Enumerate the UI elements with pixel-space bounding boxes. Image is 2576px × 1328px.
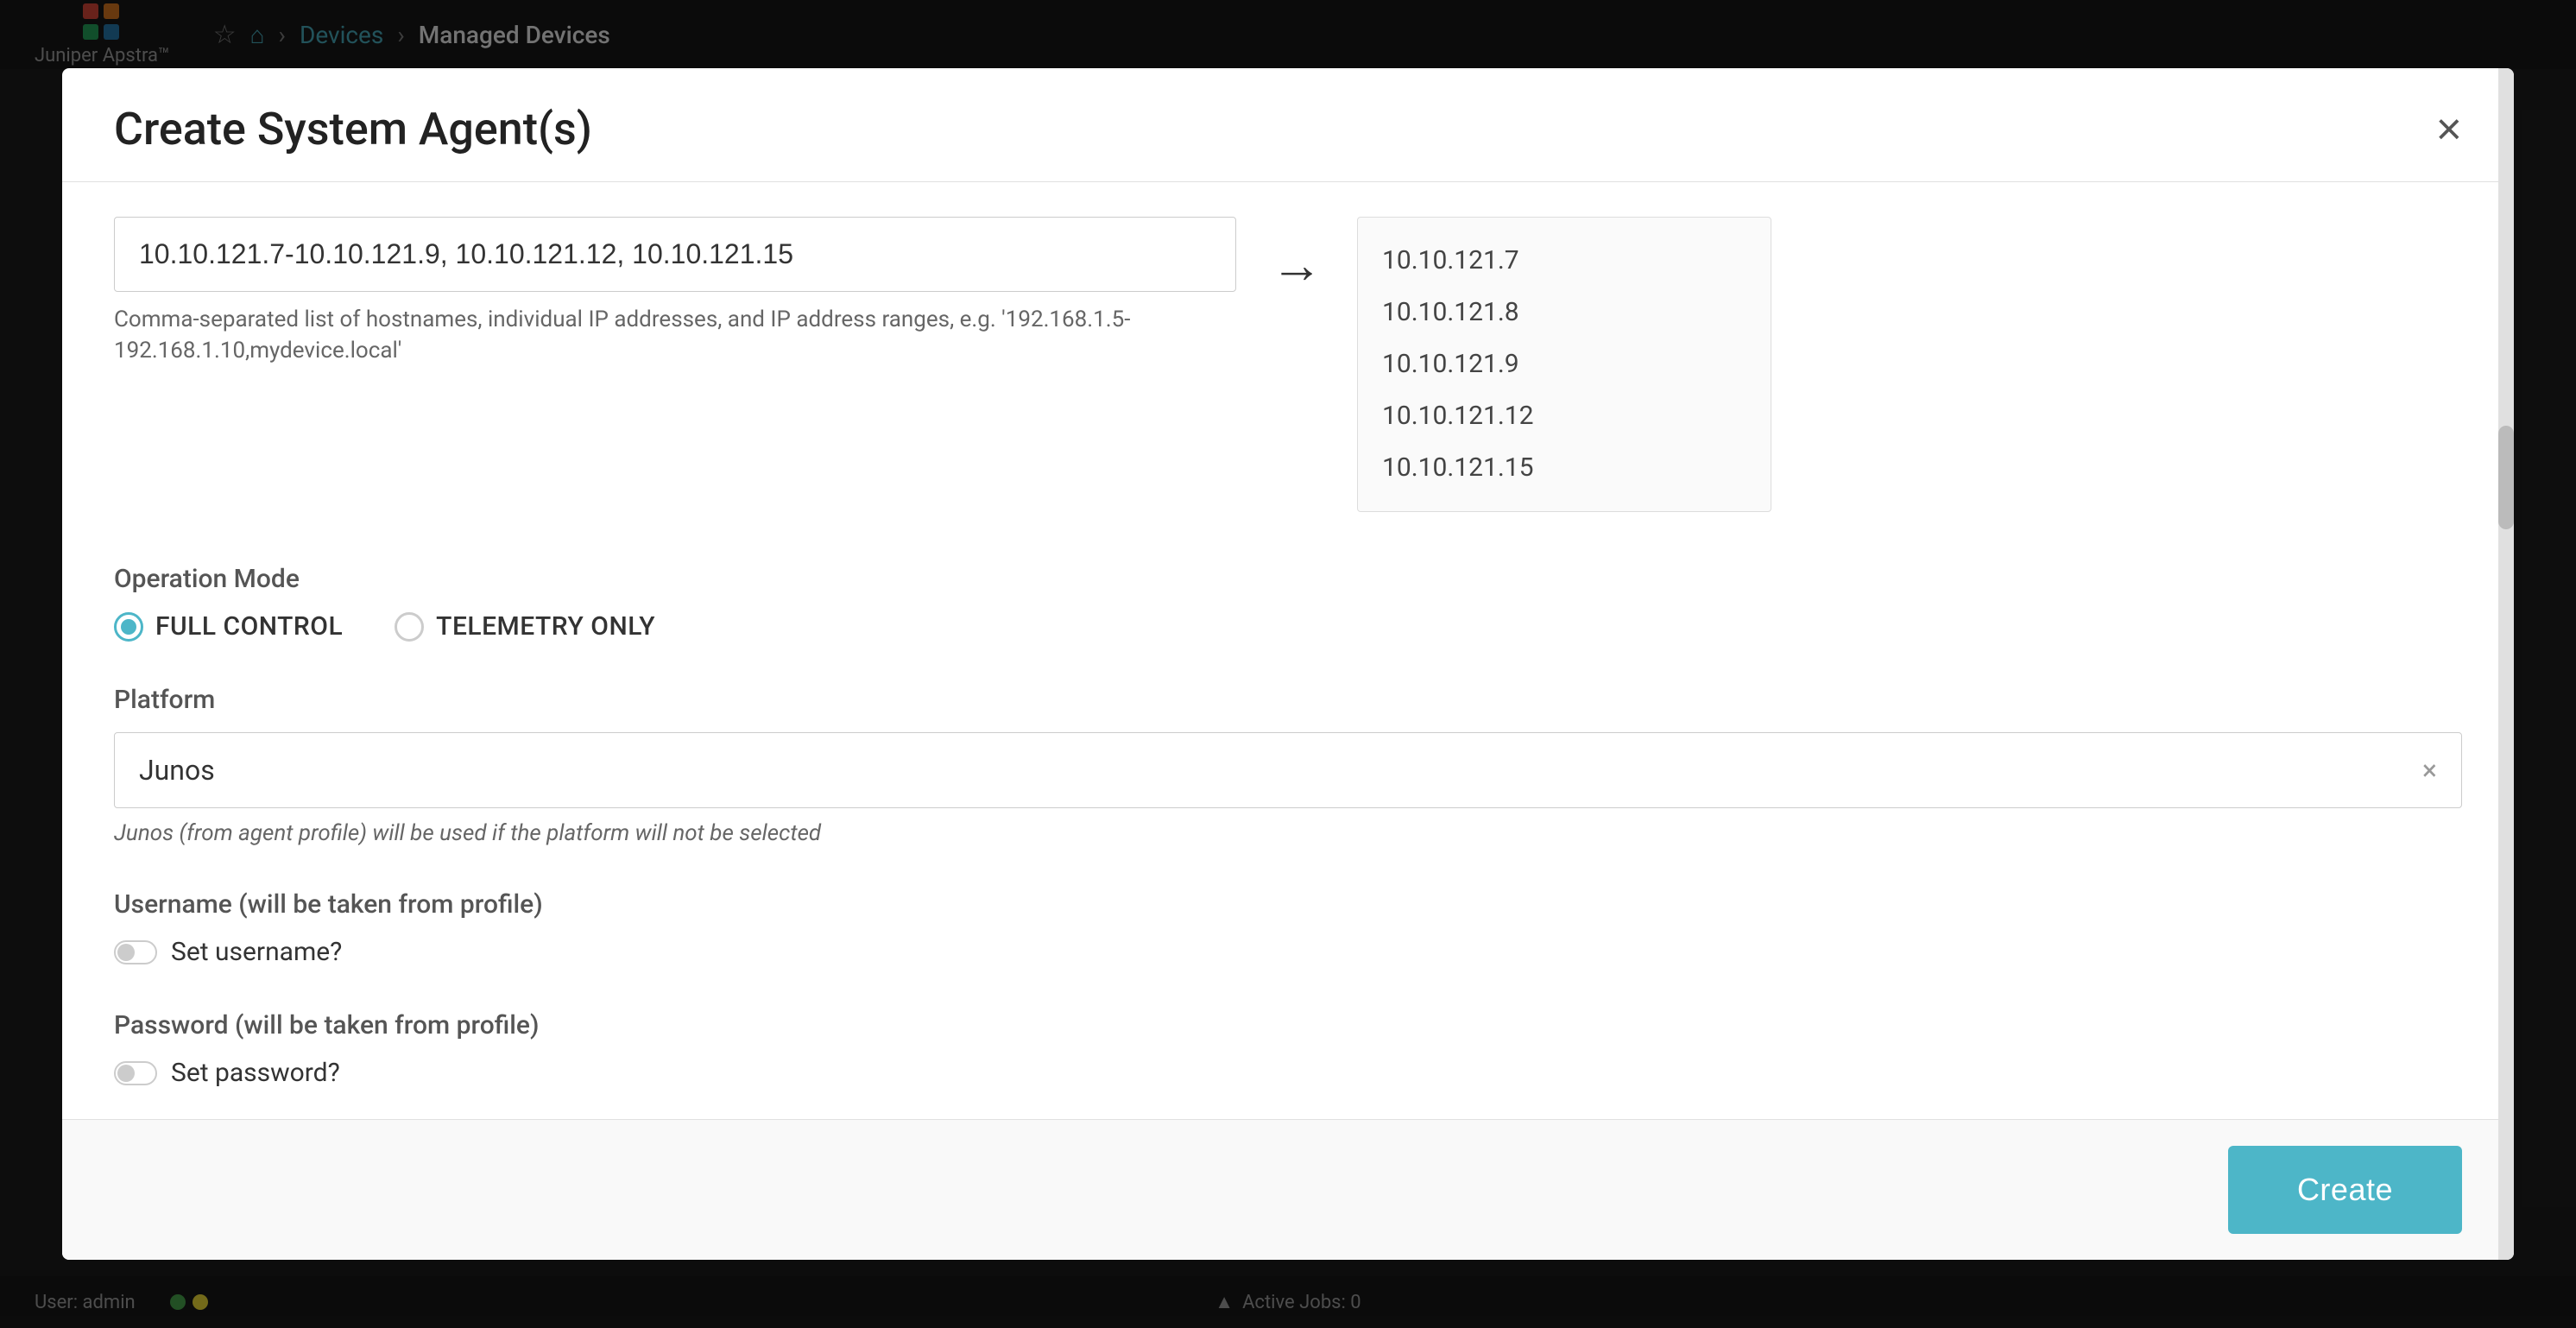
arrow-right-icon: → [1271, 234, 1323, 295]
radio-full-control-circle[interactable] [114, 612, 143, 642]
username-section: Username (will be taken from profile) Se… [114, 889, 2462, 967]
password-section: Password (will be taken from profile) Se… [114, 1010, 2462, 1088]
username-label: Username (will be taken from profile) [114, 889, 2462, 920]
ip-input-block: Comma-separated list of hostnames, indiv… [114, 217, 1236, 367]
operation-mode-radio-group: FULL CONTROL TELEMETRY ONLY [114, 611, 2462, 642]
radio-telemetry-only-label: TELEMETRY ONLY [436, 611, 655, 642]
username-toggle-label: Set username? [171, 937, 342, 967]
password-toggle-row: Set password? [114, 1058, 2462, 1088]
platform-label: Platform [114, 685, 2462, 715]
operation-mode-label: Operation Mode [114, 564, 2462, 594]
modal-body: Comma-separated list of hostnames, indiv… [62, 182, 2514, 1119]
radio-full-control[interactable]: FULL CONTROL [114, 611, 343, 642]
platform-hint: Junos (from agent profile) will be used … [114, 820, 2462, 846]
modal-scrollbar[interactable] [2498, 68, 2514, 1260]
ip-hint-text: Comma-separated list of hostnames, indiv… [114, 304, 1236, 367]
modal-close-button[interactable]: × [2436, 107, 2462, 152]
platform-value: Junos [139, 754, 215, 787]
radio-full-control-label: FULL CONTROL [155, 611, 343, 642]
radio-telemetry-only-circle[interactable] [395, 612, 424, 642]
modal-overlay: Create System Agent(s) × Comma-separated… [0, 0, 2576, 1328]
modal-footer: Create [62, 1119, 2514, 1260]
ip-list-item: 10.10.121.9 [1382, 338, 1746, 390]
platform-clear-icon[interactable]: × [2422, 754, 2437, 787]
ip-resolved-list: 10.10.121.7 10.10.121.8 10.10.121.9 10.1… [1357, 217, 1771, 512]
modal-title: Create System Agent(s) [114, 103, 592, 155]
platform-select[interactable]: Junos × [114, 732, 2462, 808]
username-toggle-row: Set username? [114, 937, 2462, 967]
ip-list-item: 10.10.121.7 [1382, 235, 1746, 287]
platform-section: Platform Junos × Junos (from agent profi… [114, 685, 2462, 846]
ip-input-row: Comma-separated list of hostnames, indiv… [114, 217, 2462, 512]
operation-mode-section: Operation Mode FULL CONTROL TELEMETRY ON… [114, 564, 2462, 642]
password-toggle-label: Set password? [171, 1058, 340, 1088]
radio-full-control-dot [121, 619, 136, 635]
username-toggle[interactable] [114, 940, 157, 964]
scrollbar-thumb[interactable] [2498, 426, 2514, 529]
ip-list-item: 10.10.121.15 [1382, 442, 1746, 494]
password-toggle[interactable] [114, 1061, 157, 1085]
create-button[interactable]: Create [2228, 1146, 2462, 1234]
ip-list-item: 10.10.121.8 [1382, 287, 1746, 338]
radio-telemetry-only[interactable]: TELEMETRY ONLY [395, 611, 655, 642]
password-label: Password (will be taken from profile) [114, 1010, 2462, 1040]
create-system-agents-modal: Create System Agent(s) × Comma-separated… [62, 68, 2514, 1260]
ip-list-item: 10.10.121.12 [1382, 390, 1746, 442]
ip-addresses-input[interactable] [114, 217, 1236, 292]
modal-header: Create System Agent(s) × [62, 68, 2514, 182]
